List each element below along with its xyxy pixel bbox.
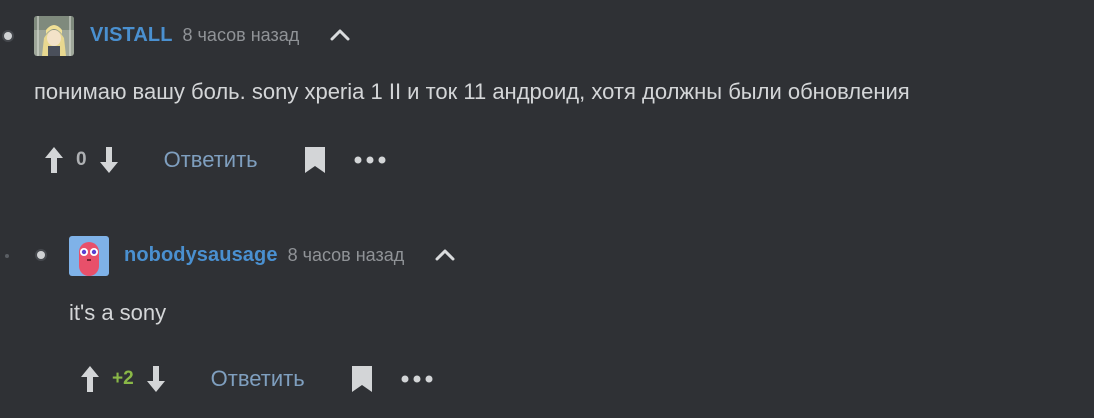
more-options-button[interactable]	[354, 156, 386, 164]
arrow-up-icon	[45, 147, 63, 173]
reply-link[interactable]: Ответить	[211, 366, 305, 392]
upvote-button[interactable]	[80, 365, 100, 393]
collapse-button[interactable]	[434, 244, 456, 266]
thread-indicator[interactable]	[37, 251, 45, 259]
downvote-button[interactable]	[146, 365, 166, 393]
arrow-up-icon	[81, 366, 99, 392]
reply-link[interactable]: Ответить	[164, 147, 258, 173]
thread-indicator[interactable]	[4, 32, 12, 40]
avatar[interactable]	[34, 16, 74, 56]
bookmark-icon	[351, 366, 372, 392]
collapse-button[interactable]	[329, 24, 351, 46]
chevron-up-icon	[435, 249, 455, 261]
timestamp[interactable]: 8 часов назад	[183, 25, 300, 46]
score: +2	[112, 368, 134, 389]
anime-character-avatar-icon	[34, 16, 74, 56]
timestamp[interactable]: 8 часов назад	[288, 245, 405, 266]
more-dots-icon	[354, 156, 386, 164]
thread-line[interactable]	[5, 254, 9, 258]
more-dots-icon	[401, 375, 433, 383]
downvote-button[interactable]	[99, 146, 119, 174]
more-options-button[interactable]	[401, 375, 433, 383]
bookmark-button[interactable]	[351, 365, 373, 393]
upvote-button[interactable]	[44, 146, 64, 174]
username[interactable]: VISTALL	[90, 24, 173, 47]
score: 0	[76, 149, 87, 170]
comment-text: понимаю вашу боль. sony xperia 1 II и то…	[34, 79, 910, 104]
chevron-up-icon	[330, 29, 350, 41]
username[interactable]: nobodysausage	[124, 244, 278, 267]
pink-sausage-avatar-icon	[69, 236, 109, 276]
comment-text: it's a sony	[69, 300, 167, 325]
avatar[interactable]	[69, 236, 109, 276]
comment: nobodysausage 8 часов назад it's a sony …	[0, 220, 1094, 418]
comment: VISTALL 8 часов назад понимаю вашу боль.…	[0, 0, 1094, 200]
bookmark-button[interactable]	[304, 146, 326, 174]
bookmark-icon	[304, 147, 325, 173]
arrow-down-icon	[99, 147, 118, 173]
arrow-down-icon	[146, 366, 165, 392]
